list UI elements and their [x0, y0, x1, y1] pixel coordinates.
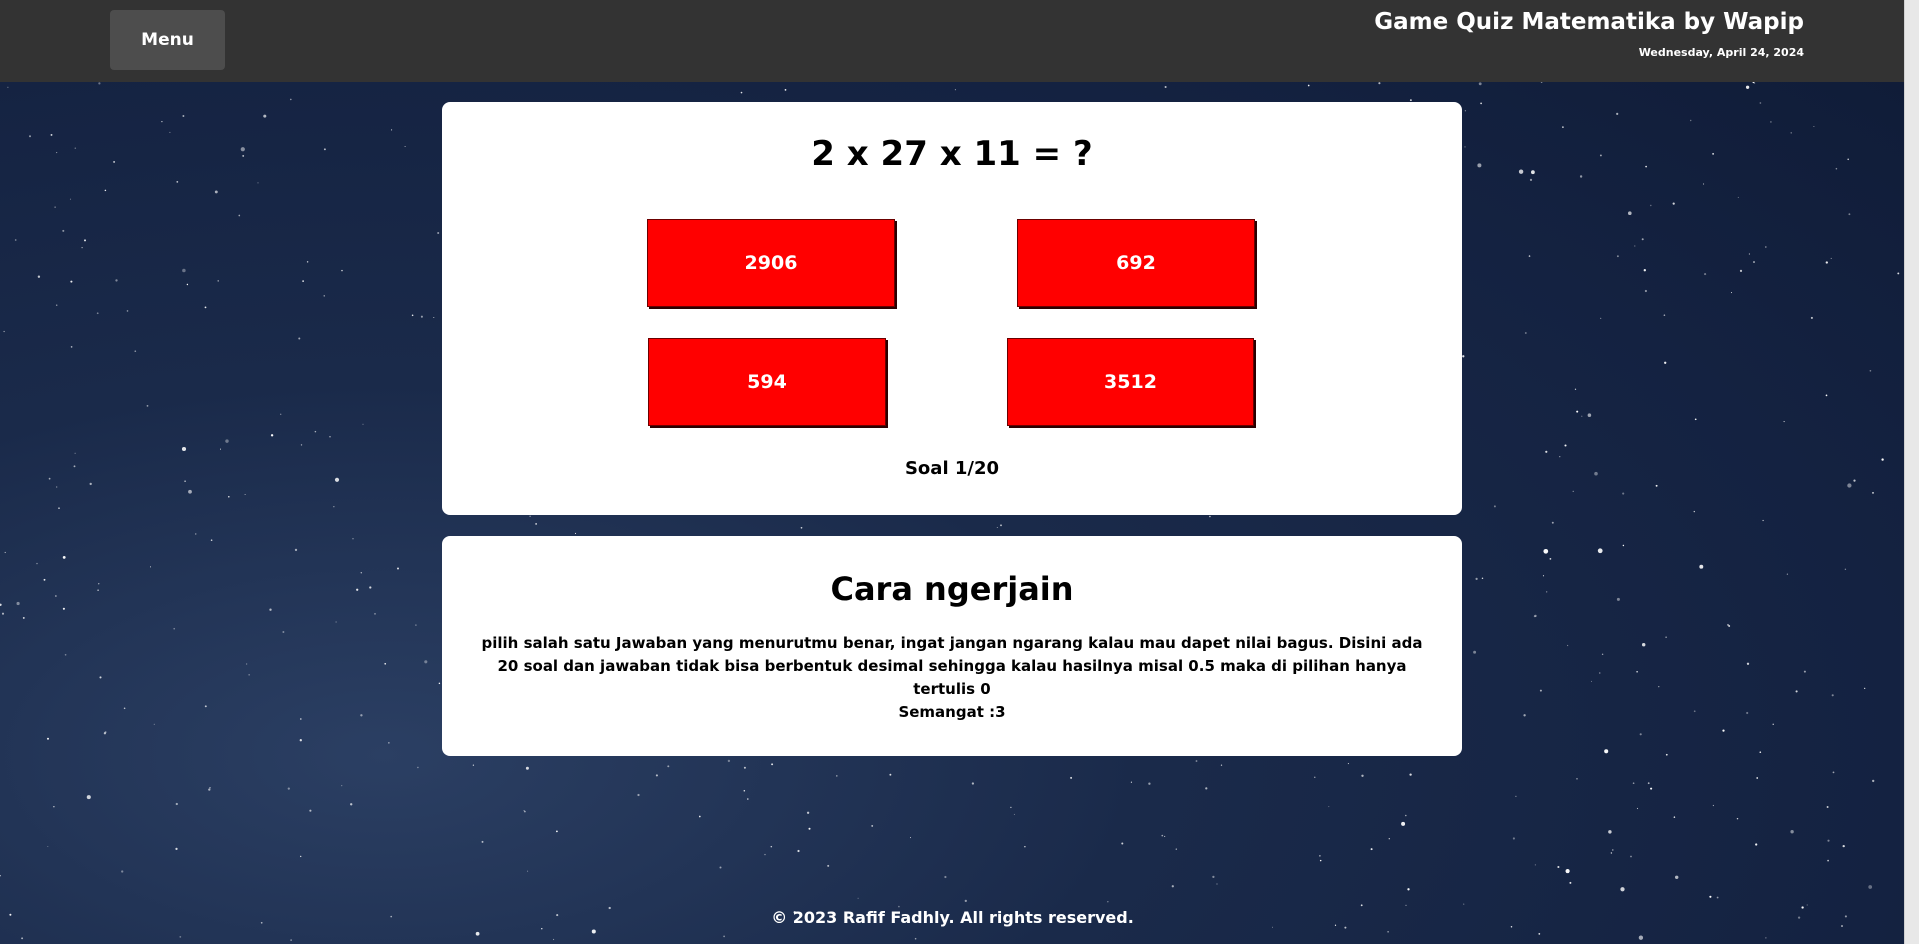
- answer-button-3[interactable]: 594: [648, 338, 886, 426]
- instructions-title: Cara ngerjain: [830, 570, 1074, 608]
- page-scrollbar[interactable]: [1904, 0, 1919, 944]
- quiz-card: 2 x 27 x 11 = ? 2906 692 594 3512 Soal 1…: [442, 102, 1462, 515]
- top-bar: Menu Game Quiz Matematika by Wapip Wedne…: [0, 0, 1905, 82]
- answer-button-1[interactable]: 2906: [647, 219, 895, 307]
- site-title: Game Quiz Matematika by Wapip: [1374, 9, 1804, 35]
- instructions-text: pilih salah satu Jawaban yang menurutmu …: [481, 634, 1423, 698]
- footer-copyright: © 2023 Rafif Fadhly. All rights reserved…: [771, 908, 1134, 927]
- question-text: 2 x 27 x 11 = ?: [811, 134, 1093, 174]
- encouragement-text: Semangat :3: [898, 703, 1006, 721]
- question-progress: Soal 1/20: [904, 458, 1000, 479]
- menu-button[interactable]: Menu: [110, 10, 225, 70]
- current-date: Wednesday, April 24, 2024: [1638, 46, 1804, 59]
- answer-button-4[interactable]: 3512: [1007, 338, 1254, 426]
- answer-button-2[interactable]: 692: [1017, 219, 1255, 307]
- instructions-card: Cara ngerjain pilih salah satu Jawaban y…: [442, 536, 1462, 756]
